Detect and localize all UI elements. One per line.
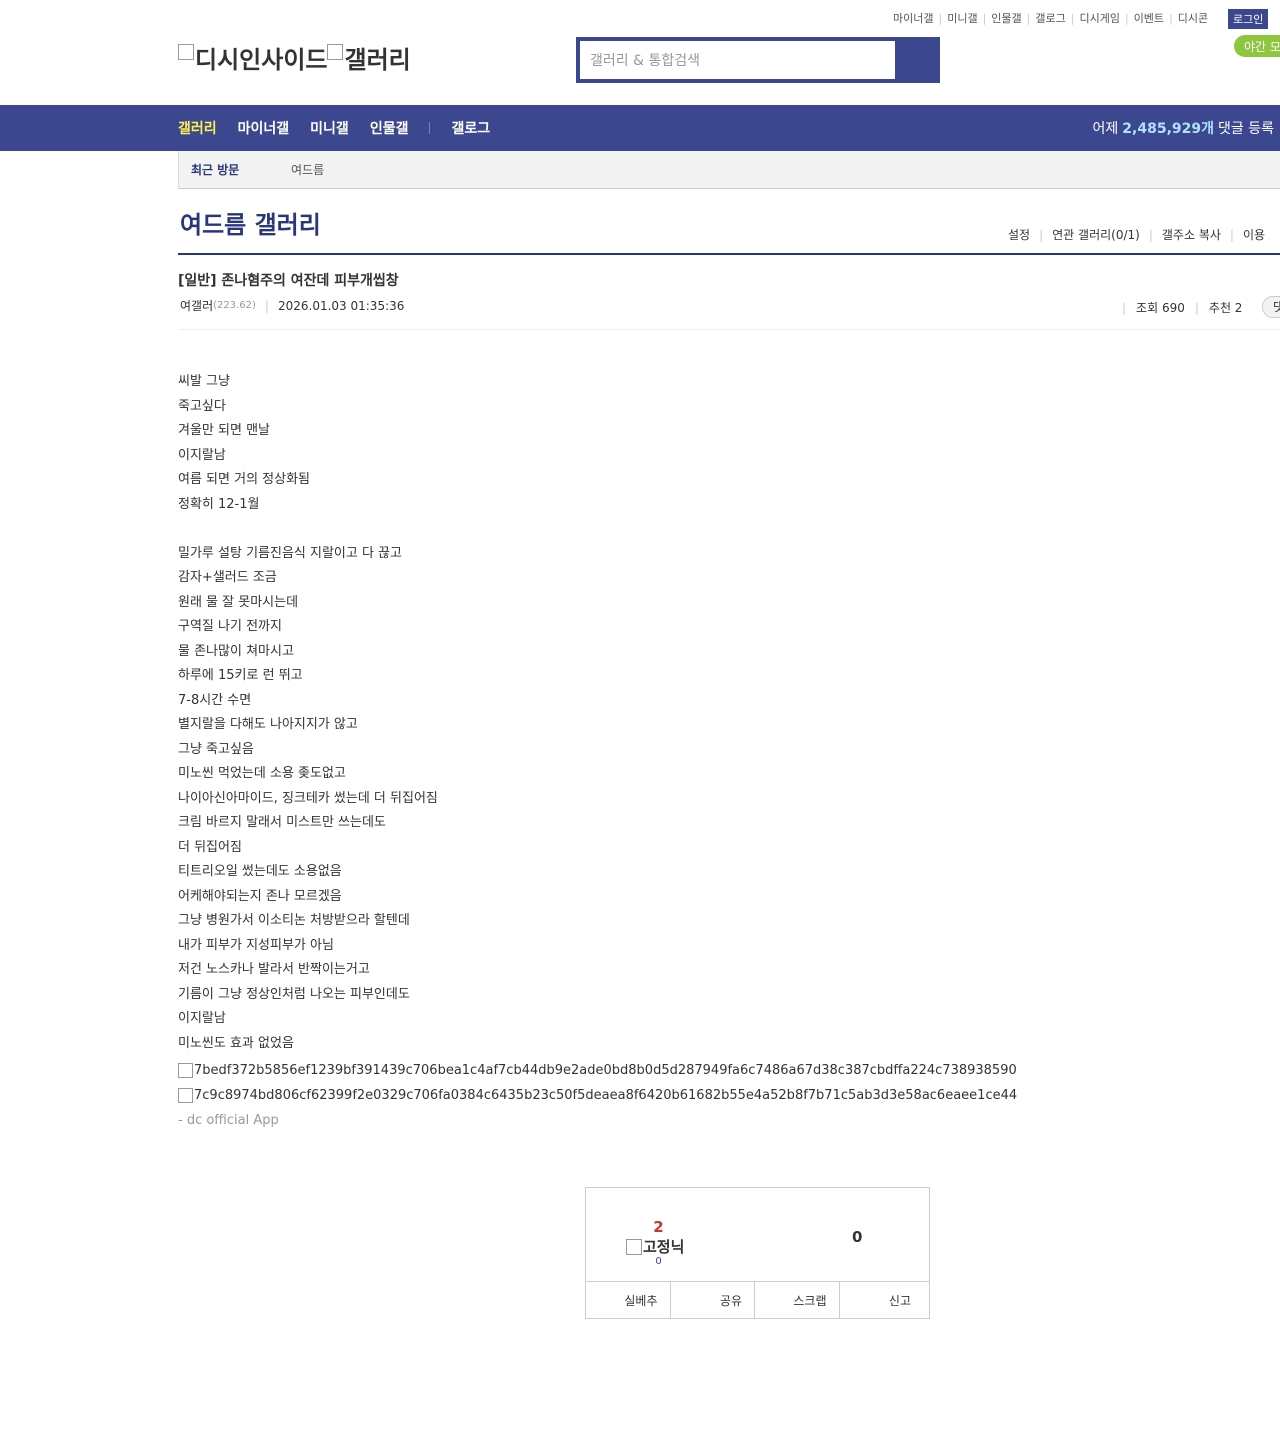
app-signature: - dc official App (178, 1113, 279, 1128)
night-mode-button[interactable]: 야간 모드 (1234, 35, 1280, 57)
post-body-line: 크림 바르지 말래서 미스트만 쓰는데도 (178, 815, 386, 830)
post-body-line: 7-8시간 수면 (178, 692, 252, 708)
post-body-line: 물 존나많이 쳐마시고 (178, 643, 294, 659)
recommend-down-count: 0 (852, 1228, 863, 1246)
fixed-nick-count: 0 (655, 1256, 662, 1267)
logo-sub-text: 갤러리 (344, 46, 411, 74)
nav-item-gallery[interactable]: 갤러리 (178, 118, 217, 138)
comment-stat-count: 2,485,929개 (1122, 121, 1215, 137)
gallery-settings-link[interactable]: 설정 (1008, 226, 1030, 243)
nav-divider (429, 122, 431, 134)
post-image-2[interactable]: 7c9c8974bd806cf62399f2e0329c706fa0384c64… (178, 1088, 1017, 1103)
site-logo[interactable]: 디시인사이드 갤러리 (178, 40, 411, 75)
post-body-line: 밀가루 설탕 기름진음식 지랄이고 다 끊고 (178, 545, 402, 561)
fixed-nick-text: 고정닉 (643, 1238, 685, 1256)
post-body-line: 저건 노스카나 발라서 반짝이는거고 (178, 962, 370, 977)
logo-main-text: 디시인사이드 (195, 46, 328, 74)
post-body-line: 나이아신아마이드, 징크테카 썼는데 더 뒤집어짐 (178, 790, 438, 806)
broken-image-icon (178, 43, 194, 60)
post-body-line: 별지랄을 다해도 나아지지가 않고 (178, 717, 358, 732)
post-info: 여갤러 (223.62) | 2026.01.03 01:35:36 (180, 297, 405, 314)
post-body-line: 여름 되면 거의 정상화됨 (178, 472, 310, 487)
recent-visits: 최근 방문 여드름 (178, 151, 1280, 189)
comment-stat-prefix: 어제 (1092, 121, 1119, 137)
post-body-line: 내가 피부가 지성피부가 아님 (178, 937, 334, 953)
post-image-1-alt: 7bedf372b5856ef1239bf391439c706bea1c4af7… (194, 1063, 1017, 1078)
util-link-minor[interactable]: 마이너갤 (893, 10, 933, 26)
nav-item-person[interactable]: 인물갤 (370, 118, 409, 138)
gallery-divider (178, 253, 1280, 255)
post-body-line: 미노씬 먹었는데 소용 좆도없고 (178, 766, 346, 781)
post-body-line: 그냥 병원가서 이소티논 처방받으라 할텐데 (178, 913, 410, 928)
post-body-line: 티트리오일 썼는데도 소용없음 (178, 864, 342, 879)
fixed-nick-label: 고정닉 (626, 1236, 684, 1257)
recommend-box: 2 고정닉 0 0 실베추 공유 스크랩 신고 (585, 1187, 930, 1319)
broken-image-icon (626, 1238, 642, 1255)
broken-image-icon (178, 1088, 193, 1103)
nav-item-minor[interactable]: 마이너갤 (238, 118, 290, 138)
post-body-line: 더 뒤집어짐 (178, 839, 242, 855)
post-body-line (178, 517, 438, 542)
gallery-menu: 설정 | 연관 갤러리(0/1) | 갤주소 복사 | 이용 (1008, 226, 1266, 243)
main-nav: 갤러리 마이너갤 미니갤 인물갤 갤로그 어제 2,485,929개 댓글 등록 (0, 105, 1280, 151)
comment-stat-suffix: 댓글 등록 (1218, 121, 1274, 137)
copy-address-link[interactable]: 갤주소 복사 (1162, 226, 1221, 243)
report-button[interactable]: 신고 (840, 1282, 930, 1319)
recent-visits-label[interactable]: 최근 방문 (191, 161, 291, 178)
usage-link[interactable]: 이용 (1243, 226, 1265, 243)
post-body-line: 겨울만 되면 맨날 (178, 423, 270, 438)
post-body-line: 어케해야되는지 존나 모르겠음 (178, 888, 342, 904)
post-body-line: 하루에 15키로 런 뛰고 (178, 668, 303, 683)
post-body-line: 미노씬도 효과 없었음 (178, 1035, 294, 1051)
gallery-title[interactable]: 여드름 갤러리 (180, 205, 321, 240)
post-body-line: 기름이 그냥 정상인처럼 나오는 피부인데도 (178, 986, 410, 1002)
post-image-2-alt: 7c9c8974bd806cf62399f2e0329c706fa0384c64… (194, 1088, 1018, 1103)
comment-button[interactable]: 댓글 (1262, 296, 1280, 318)
post-title: [일반] 존나혐주의 여잔데 피부개씹창 (178, 273, 399, 289)
post-body-line: 그냥 죽고싶음 (178, 741, 254, 757)
post-author-ip: (223.62) (213, 300, 256, 311)
broken-image-icon (327, 43, 344, 60)
recent-visit-item[interactable]: 여드름 (291, 161, 324, 178)
post-author[interactable]: 여갤러 (180, 297, 213, 314)
share-button[interactable]: 공유 (671, 1282, 755, 1319)
post-image-1[interactable]: 7bedf372b5856ef1239bf391439c706bea1c4af7… (178, 1063, 1017, 1078)
search-button[interactable] (895, 37, 940, 83)
util-link-dccon[interactable]: 디시콘 (1178, 10, 1208, 26)
post-body-line: 이지랄남 (178, 447, 226, 463)
related-gallery-link[interactable]: 연관 갤러리(0/1) (1052, 226, 1140, 243)
util-link-person[interactable]: 인물갤 (991, 10, 1021, 26)
broken-image-icon (178, 1063, 193, 1078)
login-button[interactable]: 로그인 (1228, 9, 1269, 29)
post-body: 씨발 그냥 죽고싶다 겨울만 되면 맨날 이지랄남 여름 되면 거의 정상화됨 정확히 1… (178, 370, 438, 1056)
search-input[interactable]: 갤러리 & 통합검색 (580, 41, 895, 79)
post-body-line: 감자+샐러드 조금 (178, 570, 277, 585)
nav-item-gallog[interactable]: 갤로그 (451, 118, 490, 138)
post-date: 2026.01.03 01:35:36 (277, 298, 405, 313)
post-body-line: 정확히 12-1월 (178, 496, 260, 512)
post-body-line: 죽고싶다 (178, 398, 226, 414)
post-recommend-count: 추천 2 (1208, 301, 1243, 315)
scrap-button[interactable]: 스크랩 (755, 1282, 840, 1319)
utility-links: 마이너갤 | 미니갤 | 인물갤 | 갤로그 | 디시게임 | 이벤트 | 디시콘 (893, 10, 1209, 26)
post-views: 조회 690 (1136, 301, 1185, 315)
post-body-line: 원래 물 잘 못마시는데 (178, 594, 299, 610)
util-link-mini[interactable]: 미니갤 (947, 10, 977, 26)
post-body-line: 씨발 그냥 (178, 374, 230, 389)
comment-stat: 어제 2,485,929개 댓글 등록 (1093, 105, 1274, 151)
util-link-event[interactable]: 이벤트 (1134, 10, 1164, 26)
util-link-gallog[interactable]: 갤로그 (1035, 10, 1065, 26)
best-recommend-button[interactable]: 실베추 (586, 1282, 671, 1319)
util-link-game[interactable]: 디시게임 (1079, 10, 1119, 26)
post-stats: | 조회 690 | 추천 2 (1122, 300, 1243, 316)
recommend-up-count: 2 (653, 1218, 664, 1236)
nav-item-mini[interactable]: 미니갤 (310, 118, 349, 138)
search-bar: 갤러리 & 통합검색 (576, 37, 940, 83)
post-header-divider (178, 329, 1280, 330)
post-body-line: 구역질 나기 전까지 (178, 619, 282, 634)
post-body-line: 이지랄남 (178, 1011, 226, 1026)
